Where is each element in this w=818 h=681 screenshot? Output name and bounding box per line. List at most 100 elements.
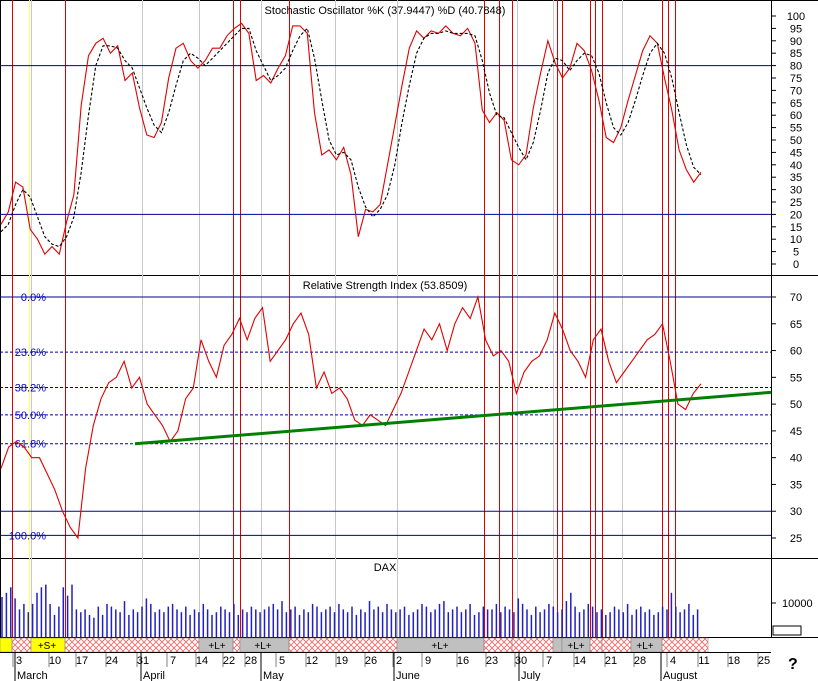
day-label-17: 30 [515,655,527,667]
stoch-tick-label-10: 50 [790,135,802,147]
day-label-4: 31 [137,655,149,667]
day-label-1: 10 [49,655,61,667]
stoch-tick-label-15: 75 [790,73,802,85]
month-label-3: June [396,670,420,681]
fib-label-4: 61.8% [15,439,46,451]
day-label-11: 19 [336,655,348,667]
rsi-tick-label-7: 60 [790,346,802,358]
signal-strip: +S+ +L+ +L+ +L+ +L+ +L+ [0,637,709,653]
rsi-tick-label-5: 50 [790,399,802,411]
stoch-tick-label-13: 65 [790,98,802,110]
day-label-13: 2 [396,655,402,667]
signal-label-1: +L+ [208,641,225,652]
rsi-tick-label-6: 55 [790,372,802,384]
day-label-20: 21 [605,655,617,667]
stoch-tick-label-11: 55 [790,123,802,135]
stoch-tick-label-20: 100 [787,11,805,23]
day-label-2: 17 [76,655,88,667]
stoch-tick-label-14: 70 [790,85,802,97]
rsi-tick-label-2: 35 [790,479,802,491]
stoch-tick-label-9: 45 [790,147,802,159]
stoch-tick-label-0: 0 [793,259,799,271]
day-label-9: 5 [279,655,285,667]
month-label-5: August [663,670,697,681]
fibonacci-levels: 0.0% 23.6% 38.2% 50.0% 61.8% 100.0% [0,292,771,542]
day-label-19: 14 [574,655,586,667]
signal-label-5: +L+ [636,641,653,652]
signal-segment-11 [552,637,563,653]
month-label-1: April [143,670,165,681]
stoch-tick-label-6: 30 [790,185,802,197]
stoch-tick-label-4: 20 [790,209,802,221]
signal-label-3: +L+ [431,641,448,652]
signal-segment-14 [601,637,632,653]
rsi-y-axis: 25 30 35 40 45 50 55 60 65 70 [0,292,802,545]
day-label-16: 23 [486,655,498,667]
signal-segment-7 [288,637,398,653]
volume-title: DAX [374,562,397,574]
day-label-25: 25 [758,655,770,667]
day-label-3: 24 [106,655,118,667]
stoch-tick-label-12: 60 [790,110,802,122]
signal-label-0: +S+ [38,641,57,652]
x-axis: 3 10 17 24 31 7 14 22 28 5 12 19 26 2 9 16 23 30 7 14 21 28 4 1… [0,652,771,681]
stoch-tick-label-3: 15 [790,222,802,234]
stoch-tick-label-2: 10 [790,234,802,246]
stochastic-y-axis: 0510152025303540455055606570758085909510… [0,11,805,271]
day-label-21: 28 [634,655,646,667]
signal-label-4: +L+ [567,641,584,652]
rsi-title: Relative Strength Index (53.8509) [303,280,468,292]
day-label-24: 18 [728,655,740,667]
fib-label-3: 50.0% [15,410,46,422]
day-label-10: 12 [306,655,318,667]
signal-segment-1 [11,637,32,653]
vertical-markers [12,0,676,637]
volume-panel: DAX 10000 [1,562,813,637]
signal-segment-9 [483,637,513,653]
day-label-22: 4 [670,655,676,667]
volume-scale-box [772,625,802,636]
rsi-tick-label-1: 30 [790,506,802,518]
signal-segment-13 [589,637,603,653]
help-icon[interactable]: ? [788,656,798,674]
month-label-0: March [17,670,48,681]
stoch-tick-label-16: 80 [790,61,802,73]
stochastic-title: Stochastic Oscillator %K (37.9447) %D (4… [265,5,506,17]
stochastic-panel: Stochastic Oscillator %K (37.9447) %D (4… [0,5,805,271]
rsi-tick-label-4: 45 [790,426,802,438]
stoch-tick-label-17: 85 [790,48,802,60]
month-label-2: May [263,670,284,681]
day-label-12: 26 [365,655,377,667]
rsi-panel: Relative Strength Index (53.8509) 25 30 35… [0,280,802,545]
signal-segment-0 [0,637,13,653]
panel-frame-1 [0,275,818,559]
stoch-tick-label-7: 35 [790,172,802,184]
volume-bars [1,584,802,637]
day-label-0: 3 [16,655,22,667]
stoch-tick-label-8: 40 [790,160,802,172]
rsi-tick-label-3: 40 [790,453,802,465]
fib-label-0: 0.0% [21,292,46,304]
signal-label-2: +L+ [254,641,271,652]
stoch-tick-label-5: 25 [790,197,802,209]
stoch-tick-label-1: 5 [793,247,799,259]
fib-label-1: 23.6% [15,347,46,359]
rsi-tick-label-0: 25 [790,533,802,545]
day-label-18: 7 [546,655,552,667]
month-label-4: July [521,670,541,681]
day-label-15: 16 [457,655,469,667]
day-label-6: 14 [196,655,208,667]
day-label-7: 22 [223,655,235,667]
signal-segment-3 [64,637,200,653]
fib-label-5: 100.0% [9,530,47,542]
volume-tick-label: 10000 [782,598,813,610]
day-label-23: 11 [698,655,709,667]
day-label-5: 7 [170,655,176,667]
fib-label-2: 38.2% [15,383,46,395]
rsi-tick-label-8: 65 [790,319,802,331]
chart-canvas: Stochastic Oscillator %K (37.9447) %D (4… [0,0,818,681]
signal-segment-10 [511,637,554,653]
day-label-8: 28 [245,655,257,667]
signal-segment-16 [661,637,709,653]
day-label-14: 9 [425,655,431,667]
